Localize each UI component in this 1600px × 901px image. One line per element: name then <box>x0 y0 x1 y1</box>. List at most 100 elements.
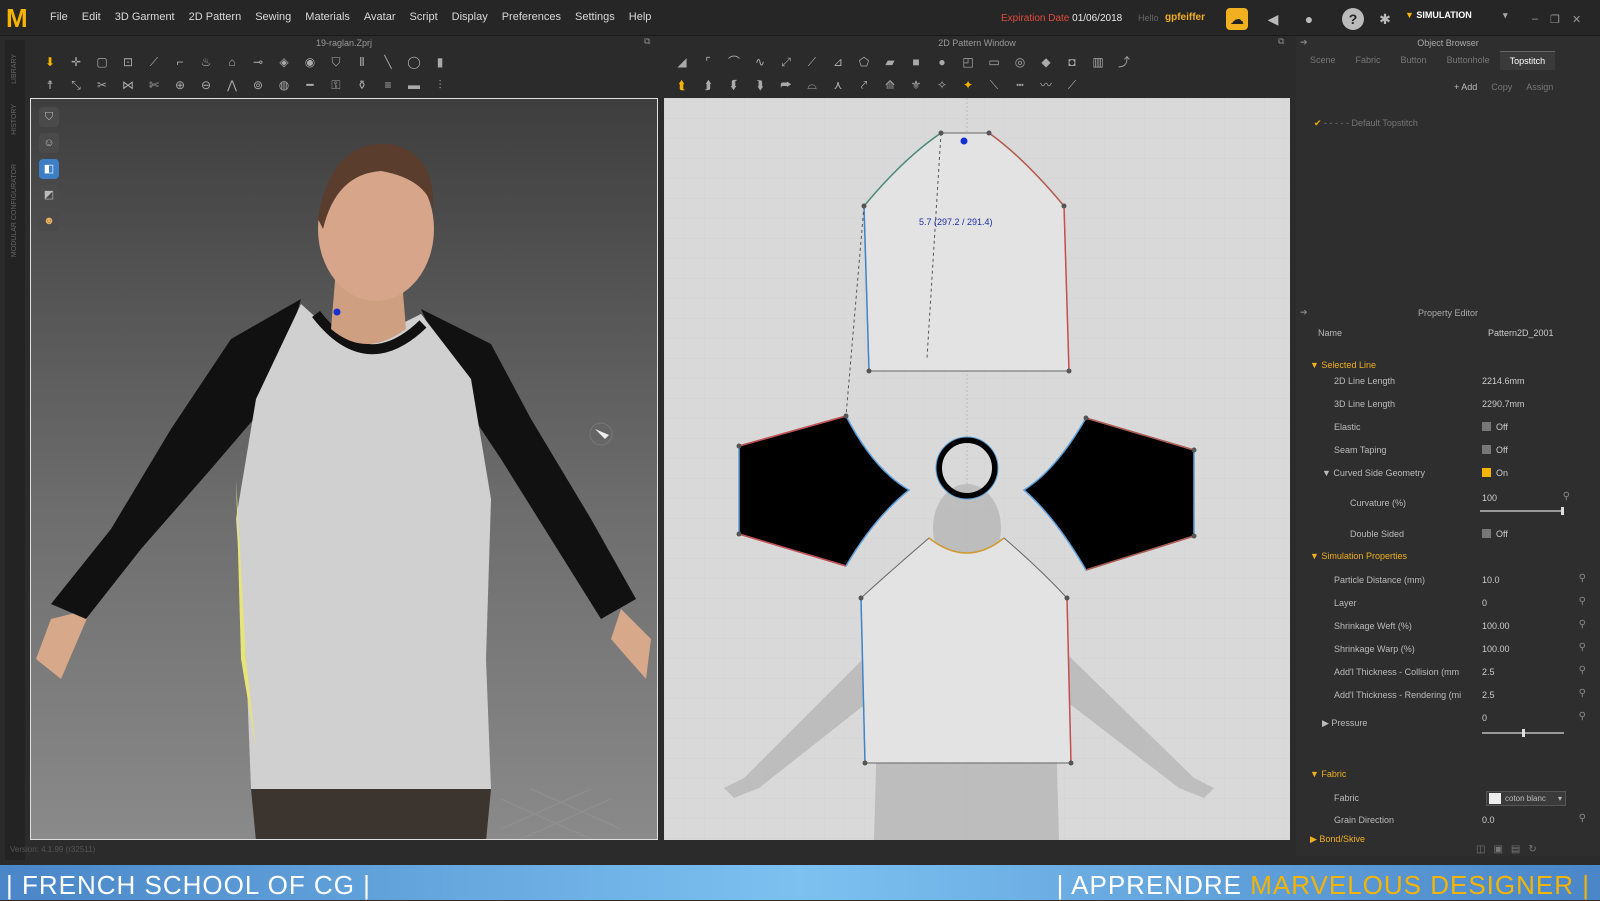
particle-value[interactable]: 10.0 <box>1482 575 1500 585</box>
curvature-slider[interactable] <box>1480 507 1564 515</box>
tab-fabric[interactable]: Fabric <box>1346 51 1391 70</box>
fabric-section[interactable]: ▼ Fabric <box>1310 769 1346 779</box>
edit-point-icon[interactable]: ⌜ <box>698 53 718 71</box>
measure-icon[interactable]: ⤡ <box>66 76 86 94</box>
hanger-icon[interactable]: ⋀ <box>222 76 242 94</box>
pin-icon[interactable]: ⚲ <box>1579 688 1586 699</box>
double-checkbox[interactable] <box>1482 529 1491 538</box>
2d-pattern-viewport[interactable]: 5.7 (297.2 / 291.4) <box>664 98 1290 840</box>
restore-icon[interactable]: ❐ <box>1550 13 1560 26</box>
collision-value[interactable]: 2.5 <box>1482 667 1495 677</box>
add-button[interactable]: + Add <box>1454 82 1477 92</box>
rendering-value[interactable]: 2.5 <box>1482 690 1495 700</box>
rectangle-icon[interactable]: ■ <box>906 53 926 71</box>
circle-tool-icon[interactable]: ◍ <box>274 76 294 94</box>
m-n-sewing-icon[interactable]: ⮮ <box>724 76 744 94</box>
curved-checkbox[interactable] <box>1482 468 1491 477</box>
slider-handle[interactable] <box>1522 729 1525 737</box>
pin-icon[interactable]: ⚲ <box>1563 491 1570 502</box>
select-mesh-icon[interactable]: ⊡ <box>118 53 138 71</box>
pin-2d-icon[interactable]: ⤤ <box>854 76 874 94</box>
property-arrow-icon[interactable]: ➔ <box>1300 307 1308 318</box>
polygon-icon[interactable]: ⬠ <box>854 53 874 71</box>
layer-value[interactable]: 0 <box>1482 598 1487 608</box>
selected-point[interactable] <box>333 308 341 316</box>
seam-checkbox[interactable] <box>1482 445 1491 454</box>
pressure-label-wrap[interactable]: ▶ Pressure <box>1322 718 1367 729</box>
level-icon[interactable]: ▬ <box>404 76 424 94</box>
split-icon[interactable]: ⫶ <box>430 76 450 94</box>
create-point-icon[interactable]: ⊿ <box>828 53 848 71</box>
warp-value[interactable]: 100.00 <box>1482 644 1510 654</box>
circle-icon[interactable]: ● <box>932 53 952 71</box>
menu-display[interactable]: Display <box>452 11 488 23</box>
menu-3d-garment[interactable]: 3D Garment <box>115 11 175 23</box>
tab-button[interactable]: Button <box>1391 51 1437 70</box>
line-icon[interactable]: ╲ <box>378 53 398 71</box>
segment-sewing-icon[interactable]: ⮬ <box>672 76 692 94</box>
tape-icon[interactable]: ⟋ <box>144 53 164 71</box>
3d-popout-icon[interactable]: ⧉ <box>644 36 650 47</box>
menu-help[interactable]: Help <box>629 11 652 23</box>
line-tool-icon[interactable]: ━ <box>300 76 320 94</box>
trim-icon[interactable]: ▥ <box>1088 53 1108 71</box>
tab-scene[interactable]: Scene <box>1300 51 1346 70</box>
fold-arrange-icon[interactable]: ⋏ <box>828 76 848 94</box>
weft-value[interactable]: 100.00 <box>1482 621 1510 631</box>
puckering-icon[interactable]: ⚜ <box>906 76 926 94</box>
pressure-slider[interactable] <box>1482 729 1564 737</box>
pin-icon[interactable]: ⚲ <box>1579 665 1586 676</box>
lock-icon[interactable]: ⚿ <box>326 76 346 94</box>
speaker-icon[interactable]: ◀ <box>1262 8 1284 30</box>
seam-toggle[interactable]: Off <box>1482 445 1508 455</box>
cut-icon[interactable]: ✄ <box>144 76 164 94</box>
button-tool-icon[interactable]: ⊕ <box>170 76 190 94</box>
pin-icon[interactable]: ⚲ <box>1579 573 1586 584</box>
pin-icon[interactable]: ⚲ <box>1579 619 1586 630</box>
pin-icon[interactable]: ⊸ <box>248 53 268 71</box>
dashed-line-icon[interactable]: ┅ <box>1010 76 1030 94</box>
curved-label-wrap[interactable]: ▼ Curved Side Geometry <box>1322 468 1425 478</box>
stitch-icon[interactable]: ✦ <box>958 76 978 94</box>
history-tab[interactable]: HISTORY <box>11 104 18 135</box>
menu-script[interactable]: Script <box>410 11 438 23</box>
shirt-icon[interactable]: ⛉ <box>326 53 346 71</box>
assign-button[interactable]: Assign <box>1526 82 1553 92</box>
modular-configurator-tab[interactable]: MODULAR CONFIGURATOR <box>11 164 18 257</box>
strip-icon[interactable]: ≡ <box>378 76 398 94</box>
menu-sewing[interactable]: Sewing <box>255 11 291 23</box>
minimize-icon[interactable]: – <box>1532 13 1538 25</box>
add-point-icon[interactable]: ⤢ <box>776 53 796 71</box>
menu-file[interactable]: File <box>50 11 68 23</box>
edit-sewing-icon[interactable]: ⮯ <box>750 76 770 94</box>
unfold-icon[interactable]: ⤴ <box>1114 53 1134 71</box>
diagonal-line-icon[interactable]: ⟋ <box>1062 76 1082 94</box>
menu-edit[interactable]: Edit <box>82 11 101 23</box>
pin-icon[interactable]: ⚲ <box>1579 813 1586 824</box>
menu-preferences[interactable]: Preferences <box>502 11 561 23</box>
edit-pattern-icon[interactable]: ⟋ <box>802 53 822 71</box>
buttonhole-icon[interactable]: ⊖ <box>196 76 216 94</box>
shape-icon[interactable]: ◈ <box>274 53 294 71</box>
simulation-button[interactable]: ▼ SIMULATION ▾ <box>1405 10 1513 28</box>
pin-icon[interactable]: ⚲ <box>1579 642 1586 653</box>
library-tab[interactable]: LIBRARY <box>11 54 18 84</box>
close-icon[interactable]: ✕ <box>1572 13 1581 26</box>
menu-settings[interactable]: Settings <box>575 11 615 23</box>
select-move-icon[interactable]: ⬇ <box>40 53 60 71</box>
pin-icon[interactable]: ⚲ <box>1579 711 1586 722</box>
name-value[interactable]: Pattern2D_2001 <box>1488 328 1554 338</box>
slider-handle[interactable] <box>1561 507 1564 515</box>
tab-topstitch[interactable]: Topstitch <box>1499 51 1556 70</box>
transform-pattern-icon[interactable]: ◢ <box>672 53 692 71</box>
internal-circle-icon[interactable]: ◎ <box>1010 53 1030 71</box>
selected-pattern-point[interactable] <box>960 137 968 145</box>
menu-materials[interactable]: Materials <box>305 11 350 23</box>
grading-icon[interactable]: ◘ <box>1062 53 1082 71</box>
selected-line-section[interactable]: ▼ Selected Line <box>1310 360 1376 370</box>
arrangement-icon[interactable]: ◉ <box>300 53 320 71</box>
internal-polygon-icon[interactable]: ◰ <box>958 53 978 71</box>
simulation-properties-section[interactable]: ▼ Simulation Properties <box>1310 551 1407 561</box>
transform-icon[interactable]: ✛ <box>66 53 86 71</box>
tack-icon[interactable]: ⌓ <box>802 76 822 94</box>
